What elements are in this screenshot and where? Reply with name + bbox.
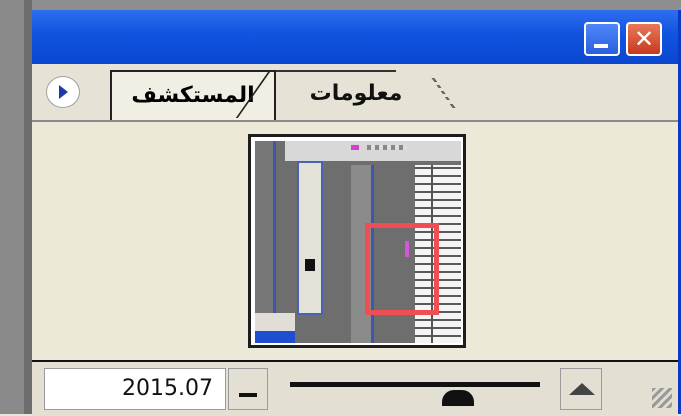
thumb-panel: [297, 161, 323, 315]
navigator-window: ✕ المستكشف معلومات 2015.07: [32, 10, 681, 416]
thumb-dots: [367, 145, 407, 150]
zoom-bar: 2015.07: [32, 360, 678, 416]
top-strip: [0, 0, 681, 10]
zoom-slider-track[interactable]: [290, 382, 540, 387]
tab-row: المستكشف معلومات: [32, 64, 678, 122]
zoom-out-icon[interactable]: [228, 368, 268, 410]
thumb-bottom-blue: [255, 331, 295, 343]
thumb-header: [285, 141, 461, 161]
thumb-panel-dark: [305, 259, 315, 271]
thumb-dot-magenta: [351, 145, 359, 150]
left-strip-inner: [24, 0, 32, 414]
titlebar[interactable]: ✕: [32, 10, 678, 64]
resize-grip[interactable]: [652, 388, 672, 408]
view-box[interactable]: [365, 223, 439, 315]
zoom-in-icon[interactable]: [560, 368, 602, 410]
tab-label-navigator: المستكشف: [131, 83, 255, 108]
panel-menu-icon[interactable]: [46, 76, 80, 108]
zoom-slider-thumb[interactable]: [442, 390, 474, 406]
zoom-input[interactable]: 2015.07: [44, 368, 226, 410]
left-strip: [0, 0, 32, 414]
close-icon: ✕: [633, 25, 655, 53]
close-button[interactable]: ✕: [626, 22, 662, 56]
document-preview[interactable]: [248, 134, 466, 348]
tab-label-info: معلومات: [309, 81, 403, 106]
navigator-content: [32, 122, 678, 358]
minimize-button[interactable]: [584, 22, 620, 56]
